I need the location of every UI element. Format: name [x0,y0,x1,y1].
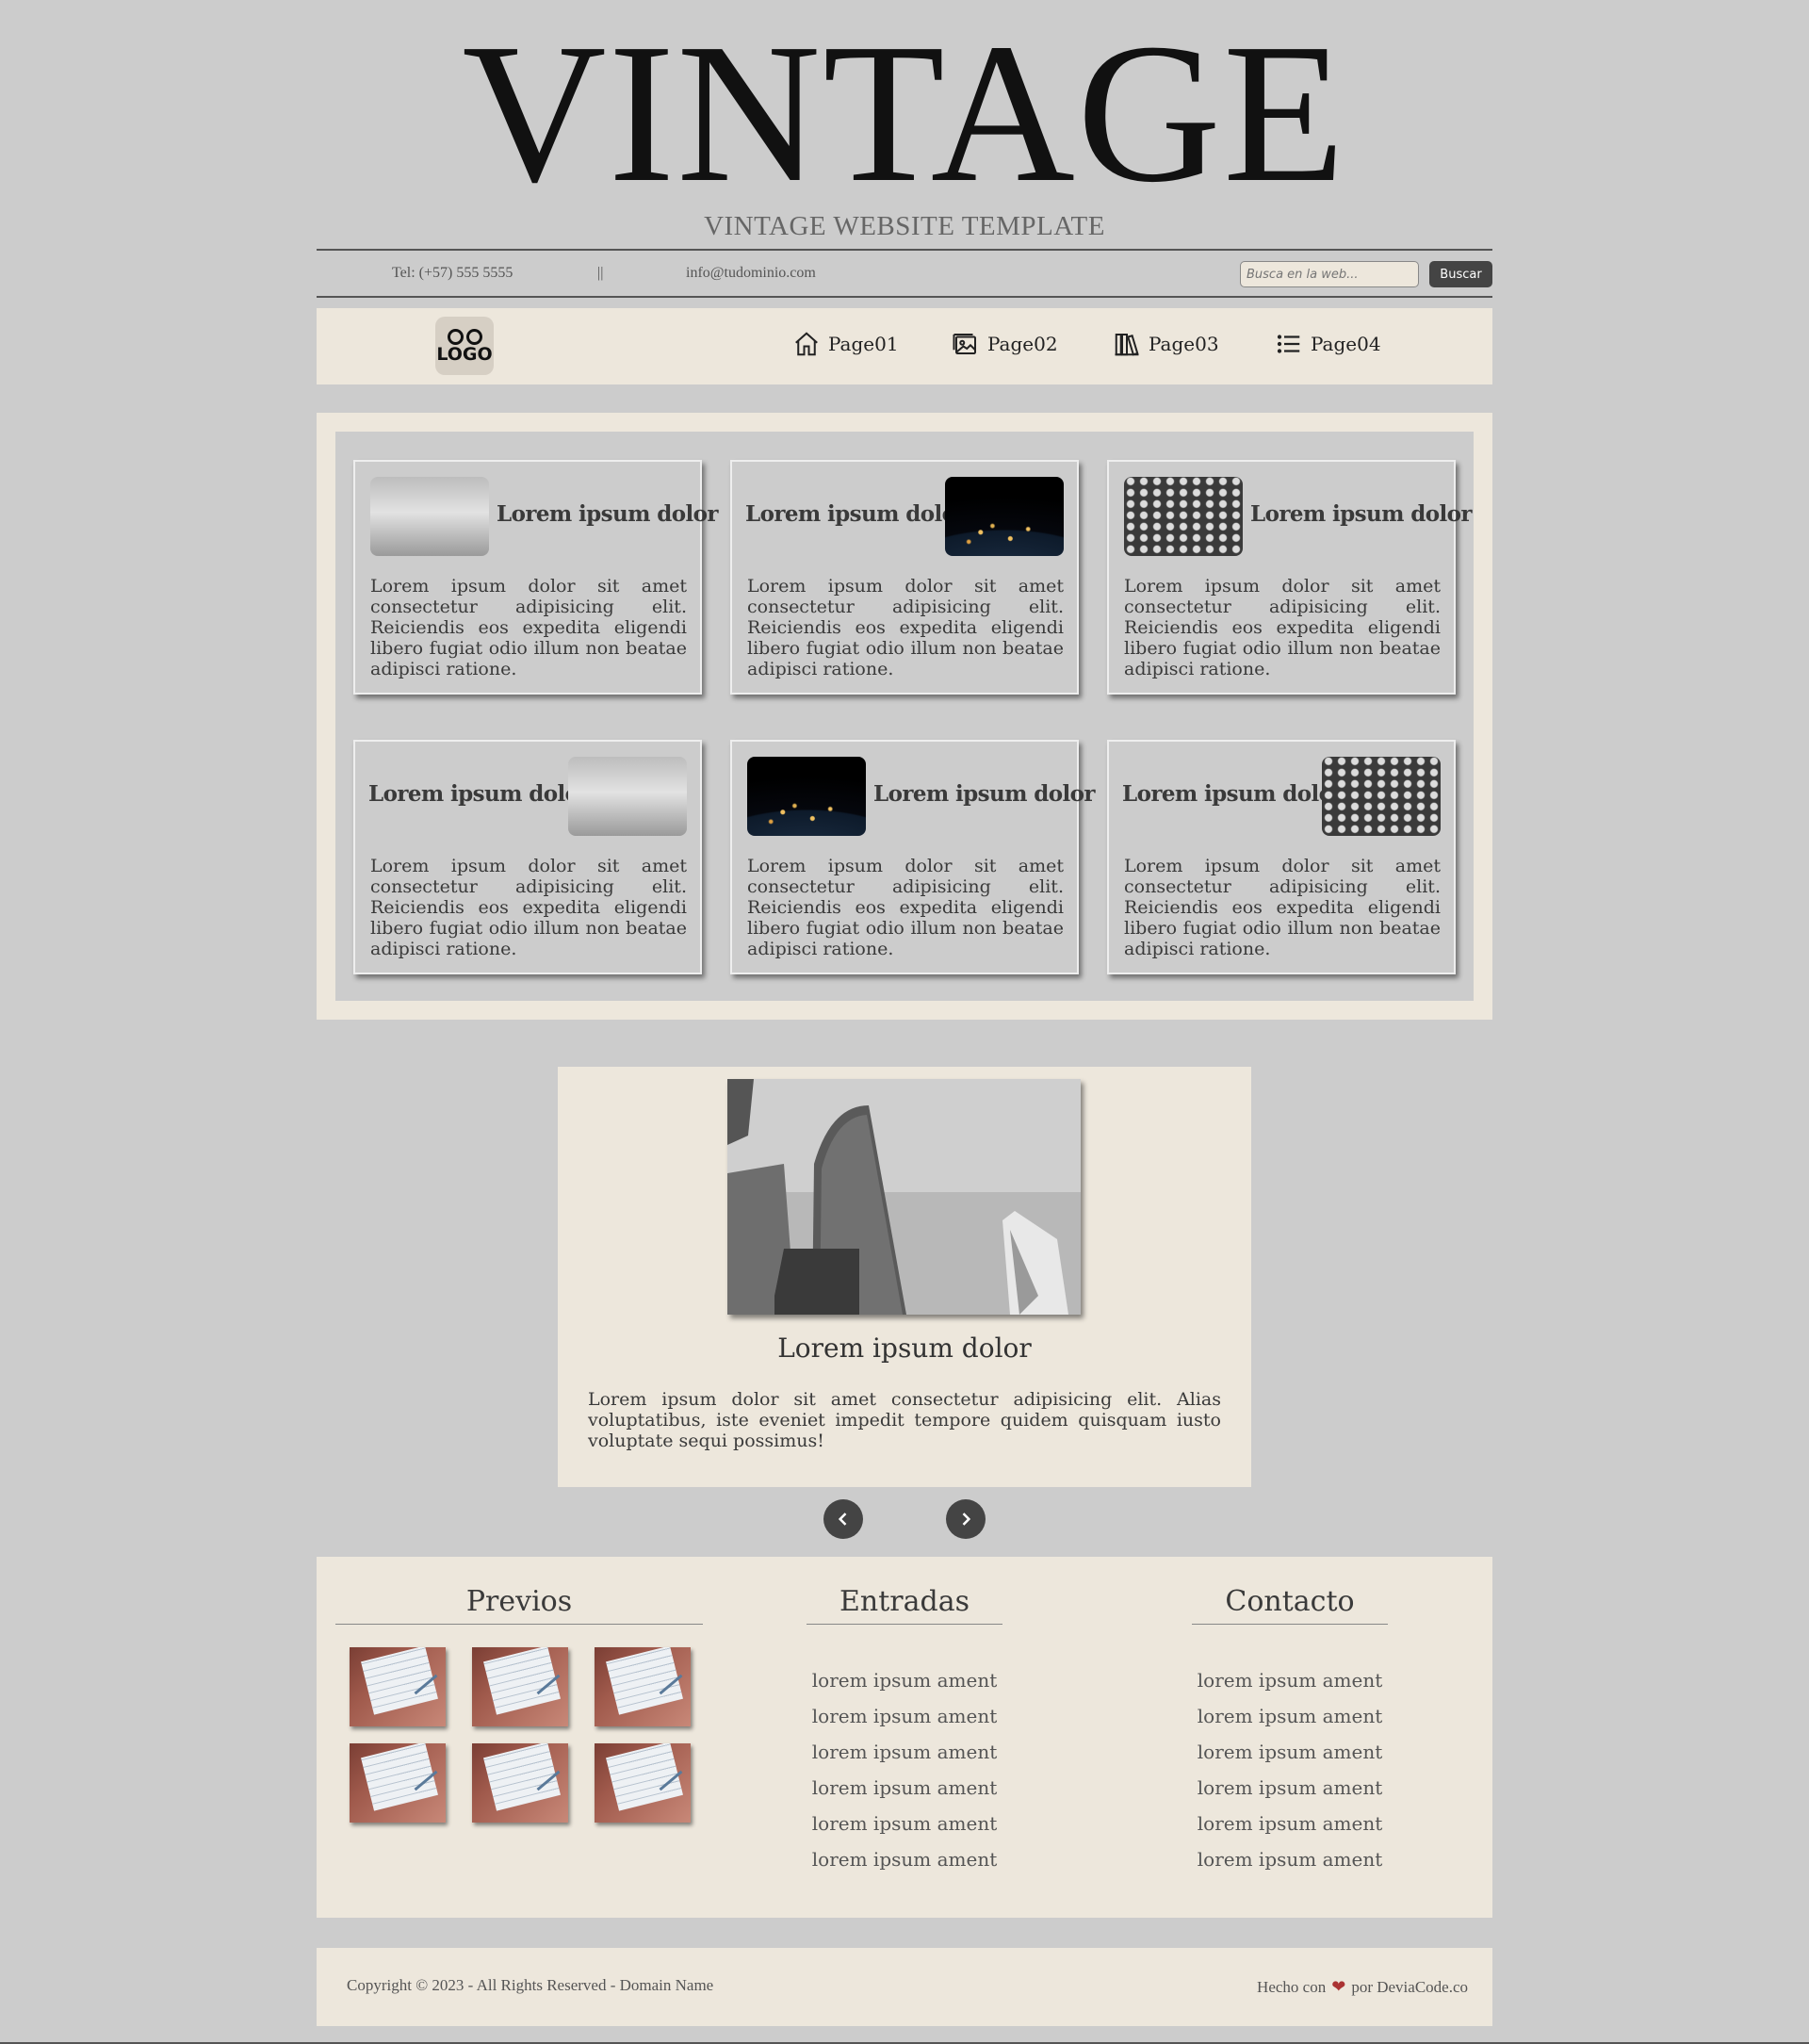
card-title: Lorem ipsum dolor [497,501,718,527]
nav-label: Page04 [1311,333,1381,355]
gallery-thumb[interactable] [472,1647,568,1726]
contacto-link[interactable]: lorem ipsum ament [1192,1734,1388,1770]
search-input[interactable] [1240,261,1419,287]
card-text: Lorem ipsum dolor sit amet consectetur a… [370,856,687,959]
nav-item-page01[interactable]: Page01 [792,330,899,358]
list-icon [1277,335,1300,353]
cards-section: Lorem ipsum dolor Lorem ipsum dolor sit … [317,413,1492,1020]
site-header: VINTAGE VINTAGE WEBSITE TEMPLATE [0,2,1809,242]
entradas-link[interactable]: lorem ipsum ament [807,1662,1002,1698]
nav-label: Page02 [987,333,1058,355]
card-title: Lorem ipsum dolor [745,501,967,527]
contacto-link[interactable]: lorem ipsum ament [1192,1841,1388,1877]
building-image [568,757,687,836]
info-separator: || [597,265,604,281]
contacto-link[interactable]: lorem ipsum ament [1192,1806,1388,1841]
chevron-right-icon [962,1513,971,1526]
nav-label: Page01 [828,333,899,355]
card-title: Lorem ipsum dolor [368,781,590,807]
contacto-heading: Contacto [1192,1585,1388,1625]
footer-columns: Previos Entradas lorem ipsum ament lorem… [317,1557,1492,1918]
card[interactable]: Lorem ipsum dolor Lorem ipsum dolor sit … [353,740,702,974]
site-footer: Copyright © 2023 - All Rights Reserved -… [317,1948,1492,2026]
contacto-list: lorem ipsum ament lorem ipsum ament lore… [1192,1662,1388,1877]
gallery-thumb[interactable] [472,1743,568,1823]
nav-item-page02[interactable]: Page02 [952,330,1058,358]
contacto-link[interactable]: lorem ipsum ament [1192,1770,1388,1806]
chevron-left-icon [838,1513,847,1526]
card[interactable]: Lorem ipsum dolor Lorem ipsum dolor sit … [730,740,1095,974]
featured-title: Lorem ipsum dolor [777,1333,1032,1364]
earth-image [945,477,1064,556]
typewriter-keys-image [1124,477,1243,556]
main-nav: LOGO Page01 Page02 Page03 Page04 [317,308,1492,384]
gallery-thumb[interactable] [595,1743,691,1823]
slider-prev-button[interactable] [823,1499,863,1539]
skyscraper-illustration [727,1079,1081,1315]
previos-heading: Previos [335,1585,703,1625]
card-text: Lorem ipsum dolor sit amet consectetur a… [747,576,1064,679]
made-suffix[interactable]: por DeviaCode.co [1351,1978,1468,1997]
card[interactable]: Lorem ipsum dolor Lorem ipsum dolor sit … [353,460,718,695]
nav-item-page03[interactable]: Page03 [1113,330,1219,358]
card-text: Lorem ipsum dolor sit amet consectetur a… [1124,576,1441,679]
copyright-text: Copyright © 2023 - All Rights Reserved -… [347,1976,714,1994]
card-text: Lorem ipsum dolor sit amet consectetur a… [1124,856,1441,959]
books-icon [1115,334,1139,356]
entradas-link[interactable]: lorem ipsum ament [807,1770,1002,1806]
featured-slide: Lorem ipsum dolor Lorem ipsum dolor sit … [558,1067,1251,1487]
gallery-thumb[interactable] [350,1743,446,1823]
card-title: Lorem ipsum dolor [873,781,1095,807]
card-title: Lorem ipsum dolor [1250,501,1472,527]
card[interactable]: Lorem ipsum dolor Lorem ipsum dolor sit … [730,460,1079,695]
home-icon [795,332,818,356]
earth-image [747,757,866,836]
email-link[interactable]: info@tudominio.com [686,265,816,282]
phone-number: Tel: (+57) 555 5555 [392,265,513,281]
nav-item-page04[interactable]: Page04 [1275,330,1381,358]
gallery-thumb[interactable] [595,1647,691,1726]
card[interactable]: Lorem ipsum dolor Lorem ipsum dolor sit … [1107,740,1456,974]
cards-grid: Lorem ipsum dolor Lorem ipsum dolor sit … [335,432,1474,1001]
card-text: Lorem ipsum dolor sit amet consectetur a… [370,576,687,679]
search-button[interactable]: Buscar [1429,261,1492,287]
nav-label: Page03 [1149,333,1219,355]
card[interactable]: Lorem ipsum dolor Lorem ipsum dolor sit … [1107,460,1472,695]
entradas-link[interactable]: lorem ipsum ament [807,1698,1002,1734]
entradas-heading: Entradas [807,1585,1002,1625]
entradas-link[interactable]: lorem ipsum ament [807,1734,1002,1770]
contacto-link[interactable]: lorem ipsum ament [1192,1698,1388,1734]
glasses-icon [447,328,482,345]
info-bar: Tel: (+57) 555 5555 || info@tudominio.co… [317,249,1492,298]
made-prefix: Hecho con [1257,1977,1327,1996]
slider-next-button[interactable] [946,1499,986,1539]
entradas-link[interactable]: lorem ipsum ament [807,1806,1002,1841]
contacto-link[interactable]: lorem ipsum ament [1192,1662,1388,1698]
site-subtitle: VINTAGE WEBSITE TEMPLATE [704,211,1105,241]
entradas-list: lorem ipsum ament lorem ipsum ament lore… [807,1662,1002,1877]
heart-icon: ❤ [1331,1977,1346,1996]
featured-text: Lorem ipsum dolor sit amet consectetur a… [588,1389,1221,1451]
made-with-love: Hecho con ❤ por DeviaCode.co [1257,1977,1468,1997]
logo-text: LOGO [436,343,493,365]
typewriter-keys-image [1322,757,1441,836]
card-title: Lorem ipsum dolor [1122,781,1344,807]
site-title: VINTAGE [462,2,1347,223]
entradas-link[interactable]: lorem ipsum ament [807,1841,1002,1877]
building-image [370,477,489,556]
image-icon [953,334,976,354]
featured-building-image [727,1079,1081,1315]
gallery-thumb[interactable] [350,1647,446,1726]
logo[interactable]: LOGO [435,317,494,375]
card-text: Lorem ipsum dolor sit amet consectetur a… [747,856,1064,959]
